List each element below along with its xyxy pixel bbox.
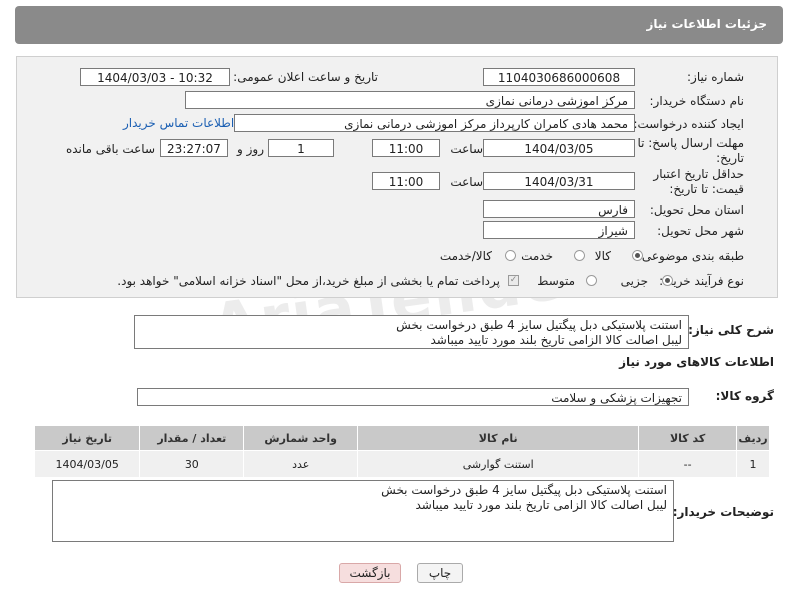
deadline-date-field[interactable]: 1404/03/05 [483,139,635,157]
need-number-label: شماره نیاز: [687,70,744,84]
creator-field[interactable]: محمد هادی کامران کارپرداز مرکز اموزشی در… [234,114,635,132]
goods-group-field[interactable]: تجهیزات پزشکی و سلامت [137,388,689,406]
description-textarea[interactable]: استنت پلاستیکی دبل پیگتیل سایز 4 طبق درخ… [134,315,689,349]
deadline-time-label: ساعت [450,142,483,156]
table-row: 1 -- استنت گوارشی عدد 30 1404/03/05 [33,450,770,478]
validity-time-field[interactable]: 11:00 [372,172,440,190]
print-button[interactable]: چاپ [417,563,463,583]
col-item-name: نام کالا [357,425,640,451]
deadline-label: مهلت ارسال پاسخ: تا تاریخ: [637,136,744,165]
cell-item-code: -- [638,450,738,478]
cell-item-name: استنت گوارشی [357,450,640,478]
description-line-2: لیبل اصالت کالا الزامی تاریخ بلند مورد ت… [430,333,682,347]
buyer-notes-label: توضیحات خریدار: [672,505,774,519]
buyer-notes-textarea[interactable]: استنت پلاستیکی دبل پیگتیل سایز 4 طبق درخ… [52,480,674,542]
category-service-label: خدمت [521,249,553,263]
process-minor-label: جزیی [620,274,648,288]
remaining-label: ساعت باقی مانده [65,142,155,156]
validity-date-field[interactable]: 1404/03/31 [483,172,635,190]
page-header: جزئیات اطلاعات نیاز [15,6,783,44]
process-medium-radio[interactable] [586,275,597,286]
buyer-org-field[interactable]: مرکز اموزشی درمانی نمازی [185,91,635,109]
days-label: روز و [237,142,264,156]
goods-table: ردیف کد کالا نام کالا واحد شمارش تعداد /… [33,425,770,478]
cell-unit: عدد [243,450,359,478]
province-label: استان محل تحویل: [649,203,744,217]
remaining-time-field[interactable]: 23:27:07 [160,139,228,157]
category-service-radio[interactable] [574,250,585,261]
deadline-time-field[interactable]: 11:00 [372,139,440,157]
cell-row-number: 1 [736,450,770,478]
category-both-radio[interactable] [505,250,516,261]
city-field[interactable]: شیراز [483,221,635,239]
category-both-label: کالا/خدمت [439,249,492,263]
description-line-1: استنت پلاستیکی دبل پیگتیل سایز 4 طبق درخ… [396,318,682,332]
province-field[interactable]: فارس [483,200,635,218]
need-number-field[interactable]: 1104030686000608 [483,68,635,86]
validity-label: حداقل تاریخ اعتبار قیمت: تا تاریخ: [653,167,744,196]
col-unit: واحد شمارش [243,425,359,451]
validity-time-label: ساعت [450,175,483,189]
page-title: جزئیات اطلاعات نیاز [646,17,767,31]
col-item-code: کد کالا [638,425,738,451]
category-goods-radio[interactable] [632,250,643,261]
creator-label: ایجاد کننده درخواست: [633,117,744,131]
payment-checkbox[interactable]: ✓ [508,275,519,286]
table-header-row: ردیف کد کالا نام کالا واحد شمارش تعداد /… [33,425,770,451]
days-field[interactable]: 1 [268,139,334,157]
payment-note: پرداخت تمام یا بخشی از مبلغ خرید،از محل … [117,274,500,288]
cell-quantity: 30 [139,450,245,478]
contact-info-link[interactable]: اطلاعات تماس خریدار [123,116,234,130]
buyer-notes-line-2: لیبل اصالت کالا الزامی تاریخ بلند مورد ت… [415,498,667,512]
cell-need-date: 1404/03/05 [33,450,141,478]
process-minor-radio[interactable] [662,275,673,286]
category-goods-label: کالا [594,249,611,263]
buyer-notes-line-1: استنت پلاستیکی دبل پیگتیل سایز 4 طبق درخ… [381,483,667,497]
goods-section-title: اطلاعات کالاهای مورد نیاز [619,355,774,369]
col-row-number: ردیف [736,425,770,451]
back-button[interactable]: بازگشت [339,563,401,583]
category-label: طبقه بندی موضوعی: [637,249,744,263]
col-need-date: تاریخ نیاز [33,425,141,451]
goods-group-label: گروه کالا: [715,389,774,403]
col-quantity: تعداد / مقدار [139,425,245,451]
city-label: شهر محل تحویل: [657,224,744,238]
description-label: شرح کلی نیاز: [688,323,774,337]
announce-field[interactable]: 1404/03/03 - 10:32 [80,68,230,86]
process-medium-label: متوسط [537,274,575,288]
announce-label: تاریخ و ساعت اعلان عمومی: [233,70,378,84]
buyer-org-label: نام دستگاه خریدار: [649,94,745,108]
